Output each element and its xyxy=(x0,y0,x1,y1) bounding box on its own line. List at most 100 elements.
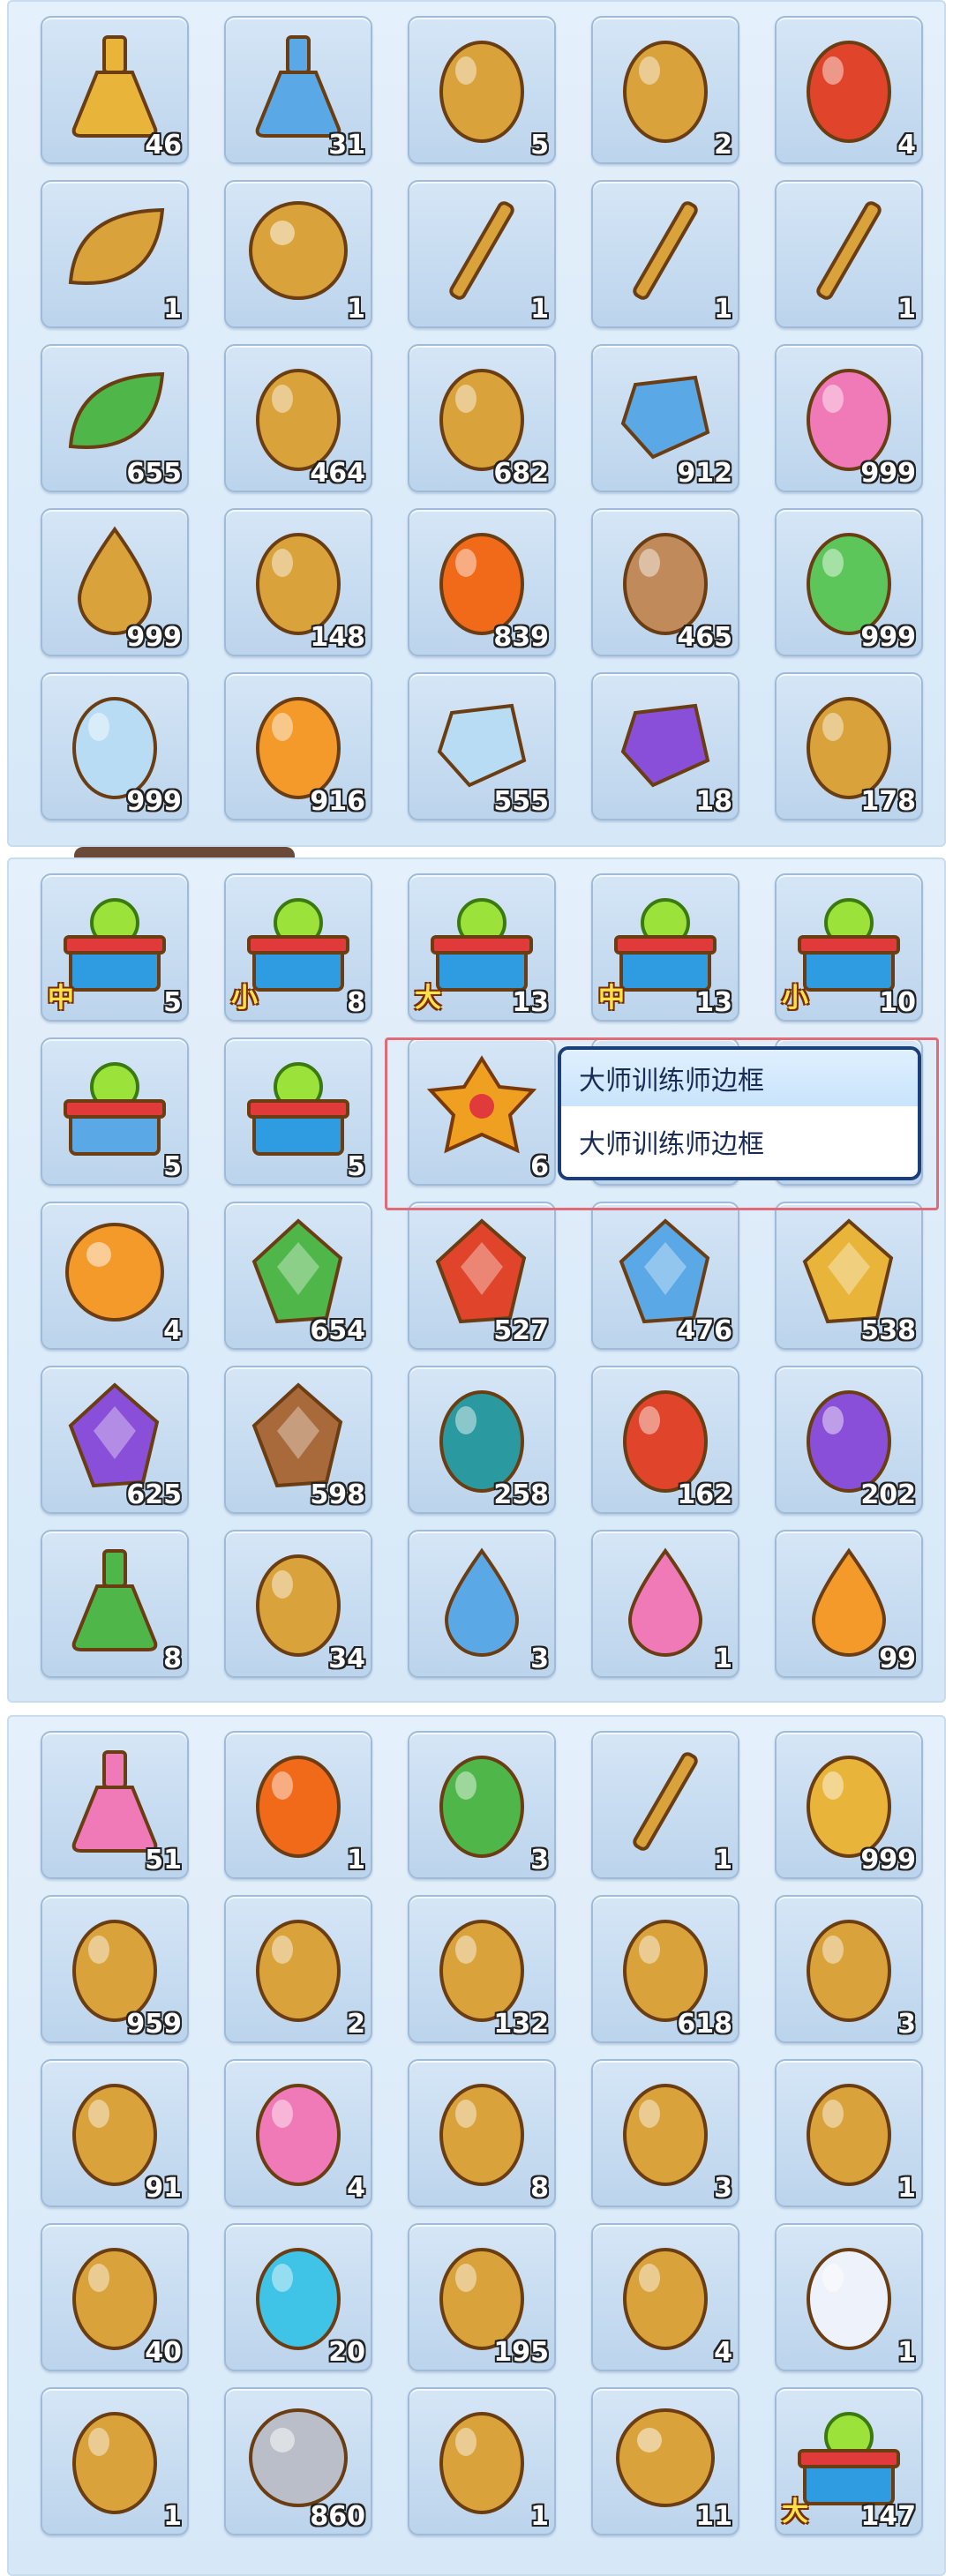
inventory-slot[interactable]: 8 xyxy=(408,2059,556,2207)
item-count: 465 xyxy=(677,622,732,653)
item-count: 132 xyxy=(493,2009,549,2040)
item-count: 1 xyxy=(714,1845,732,1876)
inventory-slot[interactable]: 1 xyxy=(41,2387,189,2535)
inventory-slot[interactable]: 51 xyxy=(41,1731,189,1879)
inventory-slot[interactable]: 682 xyxy=(408,344,556,492)
item-count: 4 xyxy=(714,2337,732,2368)
inventory-slot[interactable]: 8 xyxy=(41,1530,189,1678)
inventory-slot[interactable]: 476 xyxy=(591,1202,739,1350)
item-count: 464 xyxy=(310,458,365,489)
item-count: 178 xyxy=(860,786,916,817)
inventory-slot[interactable]: 162 xyxy=(591,1366,739,1514)
inventory-slot[interactable]: 202 xyxy=(775,1366,923,1514)
inventory-slot[interactable]: 1 xyxy=(41,180,189,328)
inventory-slot[interactable]: 598 xyxy=(224,1366,372,1514)
inventory-slot[interactable]: 3 xyxy=(591,2059,739,2207)
inventory-slot[interactable]: 465 xyxy=(591,508,739,656)
inventory-slot[interactable]: 655 xyxy=(41,344,189,492)
item-count: 20 xyxy=(328,2337,365,2368)
item-count: 999 xyxy=(126,622,182,653)
item-count: 8 xyxy=(530,2173,549,2204)
item-count: 8 xyxy=(347,987,365,1018)
inventory-slot[interactable]: 1 xyxy=(591,1731,739,1879)
inventory-slot[interactable]: 912 xyxy=(591,344,739,492)
inventory-slot[interactable]: 258 xyxy=(408,1366,556,1514)
inventory-slot[interactable]: 20 xyxy=(224,2223,372,2371)
inventory-slot[interactable]: 999 xyxy=(775,508,923,656)
inventory-slot[interactable]: 4 xyxy=(224,2059,372,2207)
inventory-slot[interactable]: 大 147 xyxy=(775,2387,923,2535)
item-count: 147 xyxy=(860,2501,916,2532)
item-count: 91 xyxy=(145,2173,182,2204)
inventory-slot[interactable]: 195 xyxy=(408,2223,556,2371)
inventory-slot[interactable]: 5 xyxy=(224,1037,372,1186)
inventory-slot[interactable]: 中5 xyxy=(41,873,189,1022)
inventory-slot[interactable]: 464 xyxy=(224,344,372,492)
inventory-slot[interactable]: 5 xyxy=(41,1037,189,1186)
item-count: 654 xyxy=(310,1315,365,1346)
inventory-slot[interactable]: 99 xyxy=(775,1530,923,1678)
inventory-slot[interactable]: 654 xyxy=(224,1202,372,1350)
inventory-slot[interactable]: 999 xyxy=(775,344,923,492)
inventory-slot[interactable]: 618 xyxy=(591,1895,739,2043)
item-count: 999 xyxy=(126,786,182,817)
inventory-slot[interactable]: 大 13 xyxy=(408,873,556,1022)
item-count: 2 xyxy=(714,130,732,161)
inventory-slot[interactable]: 3 xyxy=(408,1530,556,1678)
inventory-slot[interactable]: 625 xyxy=(41,1366,189,1514)
inventory-slot[interactable]: 4 xyxy=(41,1202,189,1350)
inventory-panel-1: 46 31 5 2 4 1 1 1 1 1 655 464 682 912 999 999 148 839 465 9… xyxy=(7,0,946,847)
inventory-slot[interactable]: 小 10 xyxy=(775,873,923,1022)
inventory-slot[interactable]: 40 xyxy=(41,2223,189,2371)
inventory-slot[interactable]: 1 xyxy=(775,180,923,328)
inventory-slot[interactable]: 839 xyxy=(408,508,556,656)
inventory-slot[interactable]: 3 xyxy=(408,1731,556,1879)
item-count: 625 xyxy=(126,1479,182,1510)
inventory-slot[interactable]: 999 xyxy=(775,1731,923,1879)
inventory-slot[interactable]: 1 xyxy=(408,2387,556,2535)
inventory-slot[interactable]: 148 xyxy=(224,508,372,656)
inventory-slot[interactable]: 860 xyxy=(224,2387,372,2535)
inventory-slot[interactable]: 1 xyxy=(224,180,372,328)
item-count: 148 xyxy=(310,622,365,653)
inventory-slot[interactable]: 4 xyxy=(775,16,923,164)
inventory-slot[interactable]: 11 xyxy=(591,2387,739,2535)
inventory-slot[interactable]: 4 xyxy=(591,2223,739,2371)
item-count: 655 xyxy=(126,458,182,489)
item-count: 999 xyxy=(860,458,916,489)
inventory-slot[interactable]: 2 xyxy=(224,1895,372,2043)
inventory-slot[interactable]: 5 xyxy=(408,16,556,164)
item-count: 912 xyxy=(677,458,732,489)
inventory-slot[interactable]: 959 xyxy=(41,1895,189,2043)
inventory-slot[interactable]: 18 xyxy=(591,672,739,820)
inventory-slot[interactable]: 34 xyxy=(224,1530,372,1678)
inventory-slot[interactable]: 999 xyxy=(41,508,189,656)
inventory-slot[interactable]: 999 xyxy=(41,672,189,820)
inventory-slot[interactable]: 1 xyxy=(591,180,739,328)
inventory-slot[interactable]: 538 xyxy=(775,1202,923,1350)
inventory-slot[interactable]: 1 xyxy=(408,180,556,328)
inventory-slot[interactable]: 132 xyxy=(408,1895,556,2043)
inventory-slot[interactable]: 916 xyxy=(224,672,372,820)
item-count: 1 xyxy=(530,294,549,325)
item-count: 1 xyxy=(347,294,365,325)
inventory-slot[interactable]: 527 xyxy=(408,1202,556,1350)
inventory-slot[interactable]: 178 xyxy=(775,672,923,820)
inventory-slot[interactable]: 1 xyxy=(591,1530,739,1678)
inventory-slot[interactable]: 2 xyxy=(591,16,739,164)
inventory-slot[interactable]: 91 xyxy=(41,2059,189,2207)
item-count: 3 xyxy=(897,2009,916,2040)
inventory-slot[interactable]: 1 xyxy=(224,1731,372,1879)
inventory-slot[interactable]: 1 xyxy=(775,2059,923,2207)
inventory-slot[interactable]: 中 13 xyxy=(591,873,739,1022)
item-count: 46 xyxy=(145,130,182,161)
item-count: 10 xyxy=(879,987,916,1018)
inventory-slot[interactable]: 31 xyxy=(224,16,372,164)
inventory-slot[interactable]: 小8 xyxy=(224,873,372,1022)
inventory-slot[interactable]: 46 xyxy=(41,16,189,164)
inventory-slot[interactable]: 555 xyxy=(408,672,556,820)
item-count: 202 xyxy=(860,1479,916,1510)
inventory-slot[interactable]: 3 xyxy=(775,1895,923,2043)
item-count: 8 xyxy=(163,1644,182,1674)
inventory-slot[interactable]: 1 xyxy=(775,2223,923,2371)
